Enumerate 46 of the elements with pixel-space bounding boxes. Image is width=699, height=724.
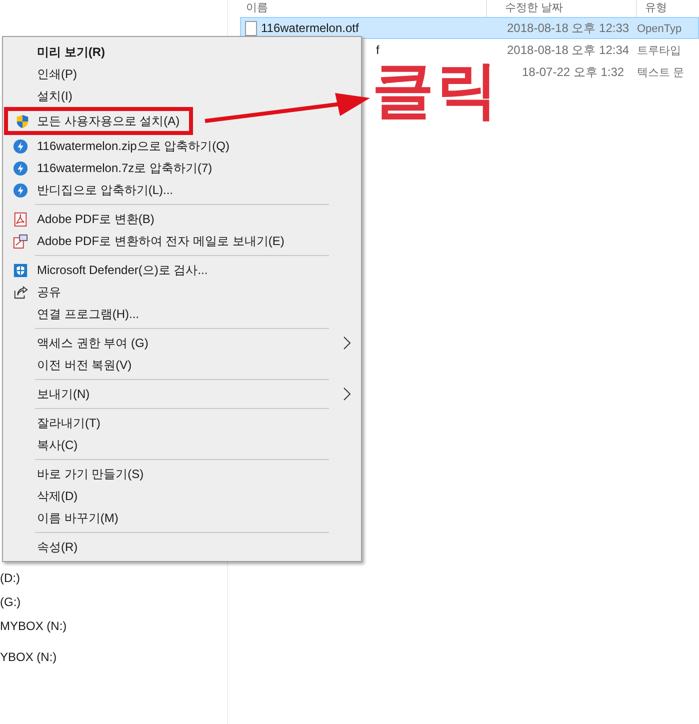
shield-icon: [15, 114, 30, 128]
menu-item[interactable]: 116watermelon.7z로 압축하기(7): [3, 157, 361, 179]
menu-item[interactable]: 미리 보기(R): [3, 41, 361, 63]
menu-item[interactable]: 바로 가기 만들기(S): [3, 463, 361, 485]
menu-item[interactable]: 공유: [3, 281, 361, 303]
date-cell: 2018-08-18 오후 12:34: [507, 43, 630, 57]
lightning-icon: [12, 160, 28, 176]
column-header[interactable]: 이름: [246, 2, 268, 14]
column-header[interactable]: 수정한 날짜: [505, 2, 564, 14]
lightning-icon: [12, 182, 28, 198]
drive-item[interactable]: (D:): [0, 569, 20, 587]
type-cell: 텍스트 문: [637, 66, 684, 79]
type-cell: 트루타입: [637, 44, 681, 57]
menu-item[interactable]: 속성(R): [3, 536, 361, 558]
menu-item[interactable]: Adobe PDF로 변환하여 전자 메일로 보내기(E): [3, 230, 361, 252]
file-name[interactable]: f: [376, 41, 380, 59]
type-cell: OpenTyp: [637, 22, 682, 35]
shield-icon: [12, 262, 28, 278]
file-row[interactable]: 116watermelon.otf 2018-08-18 오후 12:33 OpenTyp: [240, 17, 699, 39]
column-header[interactable]: 유형: [645, 2, 667, 14]
menu-item[interactable]: 잘라내기(T): [3, 412, 361, 434]
pdf-mail-icon: [12, 234, 28, 248]
date-cell: 18-07-22 오후 1:32: [522, 65, 624, 79]
menu-item[interactable]: 반디집으로 압축하기(L)...: [3, 179, 361, 201]
menu-item[interactable]: 복사(C): [3, 434, 361, 456]
drive-item[interactable]: MYBOX (N:): [0, 617, 67, 635]
share-icon: [12, 284, 28, 300]
menu-item[interactable]: 모든 사용자용으로 설치(A): [4, 107, 193, 135]
menu-item[interactable]: 116watermelon.zip으로 압축하기(Q): [3, 135, 361, 157]
annotation-text: 클릭: [372, 60, 500, 122]
menu-item[interactable]: 인쇄(P): [3, 63, 361, 85]
drive-item[interactable]: (G:): [0, 593, 21, 611]
menu-item[interactable]: 보내기(N): [3, 383, 361, 405]
menu-item[interactable]: 이름 바꾸기(M): [3, 507, 361, 529]
menu-item[interactable]: 삭제(D): [3, 485, 361, 507]
menu-item[interactable]: Adobe PDF로 변환(B): [3, 208, 361, 230]
file-name[interactable]: 116watermelon.otf: [261, 19, 359, 37]
menu-item[interactable]: 설치(I): [3, 85, 361, 107]
menu-item[interactable]: 이전 버전 복원(V): [3, 354, 361, 376]
drive-item[interactable]: YBOX (N:): [0, 648, 57, 666]
date-cell: 2018-08-18 오후 12:33: [507, 21, 630, 35]
menu-item[interactable]: 연결 프로그램(H)...: [3, 303, 361, 325]
pdf-icon: [12, 212, 28, 226]
menu-item[interactable]: Microsoft Defender(으)로 검사...: [3, 259, 361, 281]
menu-item[interactable]: 액세스 권한 부여 (G): [3, 332, 361, 354]
lightning-icon: [12, 138, 28, 154]
